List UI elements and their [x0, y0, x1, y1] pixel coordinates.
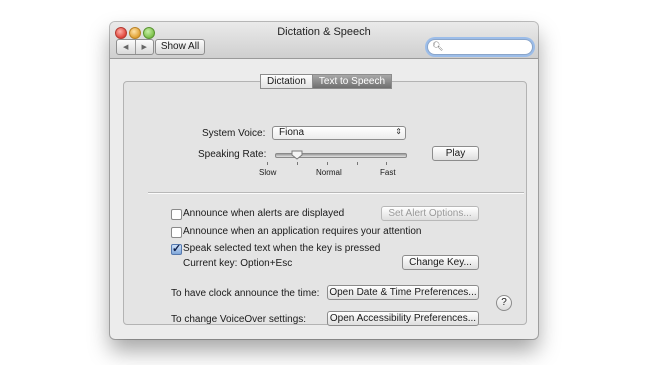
- announce-alerts-checkbox[interactable]: [171, 209, 182, 220]
- system-voice-label: System Voice:: [202, 128, 266, 139]
- announce-app-checkbox[interactable]: [171, 227, 182, 238]
- change-key-button[interactable]: Change Key...: [402, 255, 479, 270]
- search-field[interactable]: 🔍︎: [427, 39, 533, 55]
- speaking-rate-thumb[interactable]: [291, 150, 303, 160]
- speak-selected-label: Speak selected text when the key is pres…: [183, 243, 381, 254]
- rate-fast-label: Fast: [380, 168, 396, 177]
- voiceover-label: To change VoiceOver settings:: [171, 314, 307, 325]
- announce-app-label: Announce when an application requires yo…: [183, 226, 422, 237]
- search-icon: 🔍︎: [432, 41, 444, 51]
- rate-tick: [357, 162, 358, 165]
- popup-arrows-icon: ⇕: [395, 127, 402, 136]
- open-date-time-preferences-button[interactable]: Open Date & Time Preferences...: [327, 285, 479, 300]
- tab-dictation[interactable]: Dictation: [260, 74, 313, 89]
- clock-announce-label: To have clock announce the time:: [171, 288, 320, 299]
- rate-tick: [297, 162, 298, 165]
- play-button[interactable]: Play: [432, 146, 479, 161]
- forward-button[interactable]: ▶: [134, 40, 154, 54]
- forward-arrow-icon: ▶: [141, 44, 147, 51]
- back-button[interactable]: ◀: [117, 40, 135, 54]
- help-button[interactable]: ?: [496, 295, 512, 311]
- section-divider: [148, 192, 524, 194]
- set-alert-options-button[interactable]: Set Alert Options...: [381, 206, 479, 221]
- rate-tick: [327, 162, 328, 165]
- rate-tick: [386, 162, 387, 165]
- tab-text-to-speech[interactable]: Text to Speech: [312, 74, 393, 89]
- speak-selected-checkbox[interactable]: ✓: [171, 243, 182, 255]
- current-key-label: Current key: Option+Esc: [183, 258, 293, 269]
- preferences-content: System Voice: Fiona ⇕ Speaking Rate: Slo…: [110, 59, 538, 339]
- back-forward-control: ◀ ▶: [116, 39, 154, 55]
- title-bar: Dictation & Speech ◀ ▶ Show All 🔍︎: [110, 22, 538, 59]
- rate-slow-label: Slow: [259, 168, 277, 177]
- preferences-window: Dictation & Speech ◀ ▶ Show All 🔍︎ Syste…: [110, 22, 538, 339]
- back-arrow-icon: ◀: [123, 44, 129, 51]
- checkmark-icon: ✓: [172, 243, 182, 255]
- tab-control: Dictation Text to Speech: [260, 74, 393, 89]
- rate-normal-label: Normal: [316, 168, 342, 177]
- text-to-speech-panel: System Voice: Fiona ⇕ Speaking Rate: Slo…: [123, 81, 527, 326]
- show-all-button[interactable]: Show All: [155, 39, 205, 55]
- system-voice-select[interactable]: Fiona ⇕: [272, 126, 406, 140]
- announce-alerts-label: Announce when alerts are displayed: [183, 208, 345, 219]
- system-voice-value: Fiona: [279, 127, 305, 138]
- rate-tick: [267, 162, 268, 165]
- speaking-rate-label: Speaking Rate:: [198, 149, 267, 160]
- window-title: Dictation & Speech: [277, 26, 371, 38]
- open-accessibility-preferences-button[interactable]: Open Accessibility Preferences...: [327, 311, 479, 326]
